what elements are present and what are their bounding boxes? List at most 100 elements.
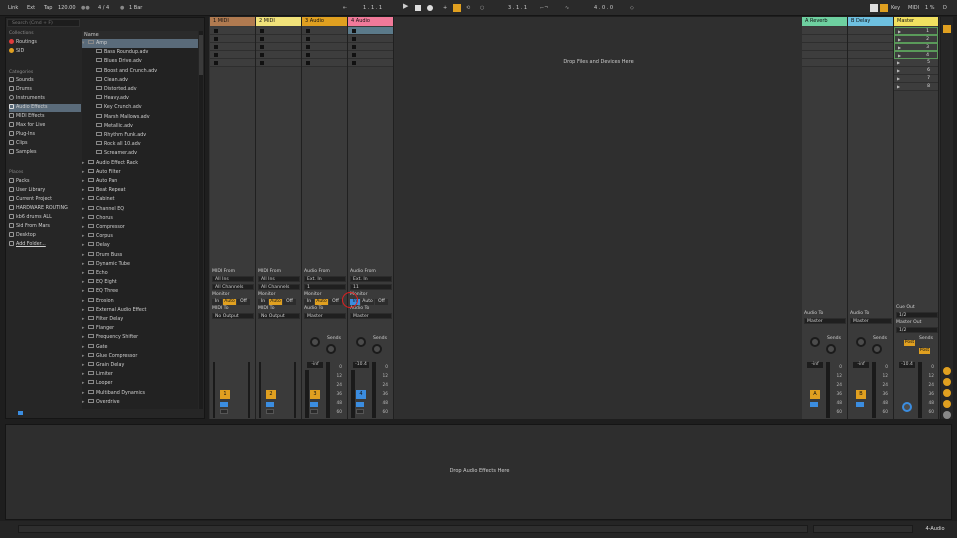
file-row[interactable]: ▸ Grain Delay	[82, 361, 198, 370]
monitor-auto-button[interactable]: Auto	[269, 299, 282, 305]
clip-stop-icon[interactable]	[306, 53, 310, 57]
file-row[interactable]: Distorted.adv	[82, 85, 198, 94]
master-out-menu[interactable]: 1/2	[896, 327, 938, 333]
file-row[interactable]: ▾ Amp	[82, 39, 198, 48]
scene-launch-icon[interactable]: ▶	[897, 76, 900, 81]
cue-volume-knob[interactable]	[902, 402, 912, 412]
clip-stop-icon[interactable]	[352, 37, 356, 41]
solo-button[interactable]	[310, 402, 318, 407]
return-activator-button[interactable]: B	[856, 390, 866, 399]
scene-launch-icon[interactable]: ▶	[898, 29, 901, 34]
scene-slot[interactable]: ▶ 7	[894, 75, 938, 83]
drop-area[interactable]: Drop Files and Devices Here	[395, 17, 802, 419]
file-row[interactable]: Key Crunch.adv	[82, 103, 198, 112]
place-packs[interactable]: Packs	[9, 178, 81, 186]
ext-button[interactable]: Ext	[27, 4, 35, 12]
scene-launch-icon[interactable]: ▶	[897, 68, 900, 73]
clip-slot[interactable]	[802, 27, 847, 35]
scene-slot[interactable]: ▶ 3	[894, 43, 938, 51]
collection-routings[interactable]: Routings	[9, 39, 81, 47]
input-channel-menu[interactable]: All Channels	[258, 284, 300, 290]
overdub-icon[interactable]: +	[443, 4, 447, 12]
output-menu[interactable]: Master	[350, 313, 392, 319]
monitor-auto-button[interactable]: Auto	[223, 299, 236, 305]
name-column-header[interactable]: Name	[82, 31, 198, 39]
session-record-icon[interactable]: ○	[480, 4, 484, 12]
clip-stop-icon[interactable]	[352, 29, 356, 33]
clip-stop-icon[interactable]	[260, 37, 264, 41]
key-map-icon[interactable]	[880, 4, 888, 12]
category-instruments[interactable]: Instruments	[9, 95, 81, 103]
clip-stop-icon[interactable]	[352, 45, 356, 49]
solo-button[interactable]	[220, 402, 228, 407]
file-row[interactable]: ▸ Overdrive	[82, 398, 198, 407]
input-type-menu[interactable]: Ext. In	[304, 276, 346, 282]
monitor-in-button[interactable]: In	[304, 299, 314, 305]
volume-field[interactable]: -inf	[807, 362, 823, 368]
file-row[interactable]: Clean.adv	[82, 76, 198, 85]
file-row[interactable]: ▸ Drum Buss	[82, 251, 198, 260]
file-row[interactable]: Boost and Crunch.adv	[82, 67, 198, 76]
return-activator-button[interactable]: A	[810, 390, 820, 399]
record-icon[interactable]	[427, 5, 433, 11]
file-row[interactable]: ▸ Dynamic Tube	[82, 260, 198, 269]
file-row[interactable]: Bass Roundup.adv	[82, 48, 198, 57]
send-a-knob[interactable]	[856, 337, 866, 347]
scene-slot[interactable]: ▶ 1	[894, 27, 938, 35]
send-b-knob[interactable]	[326, 344, 336, 354]
monitor-auto-button[interactable]: Auto	[361, 299, 374, 305]
clip-stop-icon[interactable]	[352, 61, 356, 65]
loop-icon[interactable]: ⟲	[466, 4, 470, 12]
follow-icon[interactable]: ⇤	[343, 4, 347, 12]
send-b-knob[interactable]	[372, 344, 382, 354]
file-row[interactable]: ▸ Audio Effect Rack	[82, 159, 198, 168]
clip-slot[interactable]	[848, 51, 893, 59]
midi-map-button[interactable]: MIDI	[908, 4, 919, 12]
automation-arm-icon[interactable]	[453, 4, 461, 12]
file-row[interactable]: ▸ Frequency Shifter	[82, 333, 198, 342]
scene-launch-icon[interactable]: ▶	[898, 45, 901, 50]
clip-slot[interactable]	[802, 51, 847, 59]
scene-slot[interactable]: ▶ 8	[894, 83, 938, 91]
output-menu[interactable]: Master	[850, 318, 892, 324]
arm-button[interactable]	[266, 409, 274, 414]
file-row[interactable]: ▸ Beat Repeat	[82, 186, 198, 195]
clip-slot[interactable]	[302, 35, 347, 43]
track-header[interactable]: 4 Audio	[348, 17, 393, 26]
send-b-knob[interactable]	[826, 344, 836, 354]
loop-length[interactable]: 4 . 0 . 0	[594, 4, 613, 12]
monitor-in-button[interactable]: In	[212, 299, 222, 305]
file-row[interactable]: Rock all 10.adv	[82, 140, 198, 149]
edit-pencil-icon[interactable]	[870, 4, 878, 12]
file-row[interactable]: ▸ Chorus	[82, 214, 198, 223]
clip-slot[interactable]	[848, 59, 893, 67]
clip-slot[interactable]	[210, 35, 255, 43]
file-row[interactable]: ▸ Looper	[82, 379, 198, 388]
output-menu[interactable]: No Output	[258, 313, 300, 319]
clip-slot[interactable]	[848, 35, 893, 43]
track-header[interactable]: 3 Audio	[302, 17, 347, 26]
sends-show-icon[interactable]	[943, 378, 951, 386]
place-kb6-drums[interactable]: kb6 drums ALL	[9, 214, 81, 222]
return-header[interactable]: B Delay	[848, 17, 893, 26]
scene-slot[interactable]: ▶ 5	[894, 59, 938, 67]
file-row[interactable]: ▸ Auto Pan	[82, 177, 198, 186]
file-row[interactable]: ▸ Erosion	[82, 297, 198, 306]
scene-launch-icon[interactable]: ▶	[898, 53, 901, 58]
solo-button[interactable]	[356, 402, 364, 407]
place-current-project[interactable]: Current Project	[9, 196, 81, 204]
monitor-off-button[interactable]: Off	[237, 299, 250, 305]
scene-launch-icon[interactable]: ▶	[897, 60, 900, 65]
volume-field[interactable]: -10.4	[353, 362, 369, 368]
solo-button[interactable]	[266, 402, 274, 407]
search-input[interactable]: Search (Cmd + F)	[7, 19, 80, 27]
clip-slot[interactable]	[802, 43, 847, 51]
category-sounds[interactable]: Sounds	[9, 77, 81, 85]
input-type-menu[interactable]: All Ins	[258, 276, 300, 282]
clip-stop-icon[interactable]	[214, 37, 218, 41]
loop-start[interactable]: 3 . 1 . 1	[508, 4, 527, 12]
time-signature[interactable]: 4 / 4	[98, 4, 109, 12]
clip-stop-icon[interactable]	[260, 45, 264, 49]
send-a-knob[interactable]	[810, 337, 820, 347]
post-button[interactable]: Post	[904, 340, 915, 346]
